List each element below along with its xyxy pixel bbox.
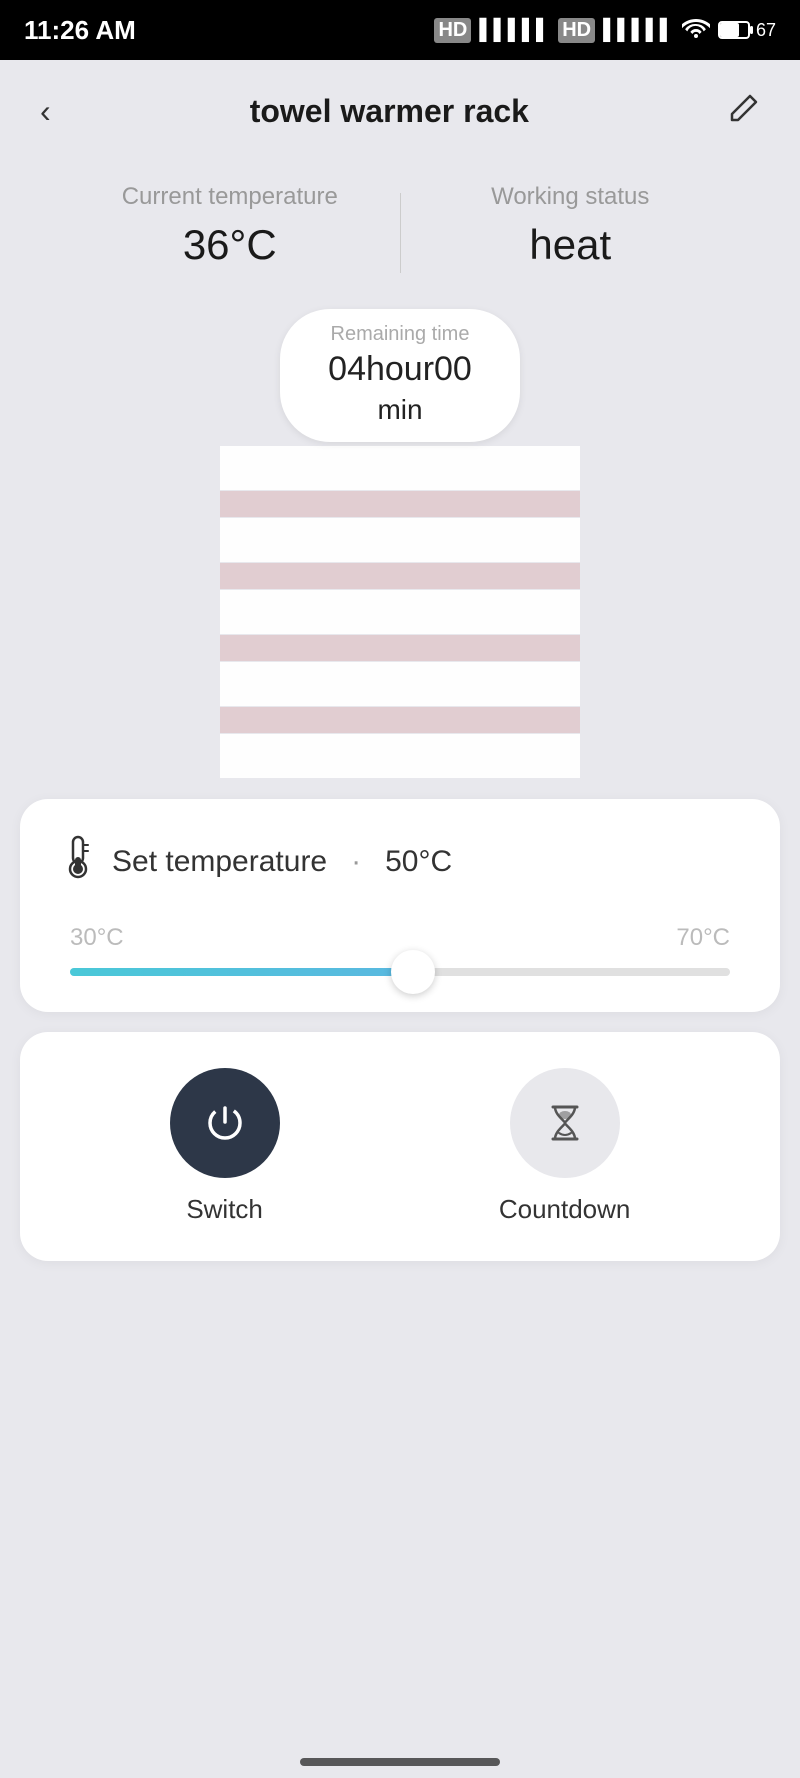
remaining-time-value: 04hour00 min (328, 350, 472, 428)
slider-labels: 30°C 70°C (70, 924, 730, 952)
app-header: ‹ towel warmer rack (0, 60, 800, 163)
wifi-icon (682, 16, 710, 44)
switch-label: Switch (186, 1194, 263, 1225)
home-indicator (300, 1758, 500, 1766)
temp-card-header: Set temperature · 50°C (60, 835, 740, 888)
slider-fill (70, 968, 413, 976)
countdown-control[interactable]: Countdown (499, 1068, 631, 1225)
hourglass-icon (543, 1101, 587, 1145)
working-status-value: heat (401, 221, 741, 269)
signal-bars-2: ▌▌▌▌▌ (603, 19, 674, 42)
set-temp-value: 50°C (385, 845, 452, 879)
temp-min-label: 30°C (70, 924, 124, 952)
current-temp-value: 36°C (60, 221, 400, 269)
switch-button[interactable] (170, 1068, 280, 1178)
edit-button[interactable] (720, 84, 768, 139)
status-bar: 11:26 AM HD ▌▌▌▌▌ HD ▌▌▌▌▌ 67 (0, 0, 800, 60)
back-button[interactable]: ‹ (32, 85, 59, 138)
stats-section: Current temperature 36°C Working status … (0, 163, 800, 293)
countdown-button[interactable] (510, 1068, 620, 1178)
current-temp-stat: Current temperature 36°C (60, 183, 400, 269)
remaining-time-pill: Remaining time 04hour00 min (280, 309, 520, 442)
towel-bar-1 (220, 446, 580, 490)
towel-bar-warm-2 (220, 563, 580, 589)
signal-bars-1: ▌▌▌▌▌ (479, 19, 550, 42)
towel-bar-2 (220, 518, 580, 562)
battery-percent: 67 (756, 20, 776, 41)
controls-card: Switch Countdown (20, 1032, 780, 1261)
remaining-time-wrapper: Remaining time 04hour00 min (0, 309, 800, 442)
hd-badge-1: HD (434, 18, 471, 43)
hd-badge-2: HD (558, 18, 595, 43)
power-icon (200, 1098, 250, 1148)
temp-max-label: 70°C (676, 924, 730, 952)
switch-control[interactable]: Switch (170, 1068, 280, 1225)
working-status-stat: Working status heat (401, 183, 741, 269)
slider-thumb[interactable] (391, 950, 435, 994)
temperature-card: Set temperature · 50°C 30°C 70°C (20, 799, 780, 1012)
towel-bar-warm-1 (220, 491, 580, 517)
set-temp-label: Set temperature (112, 845, 327, 879)
towel-bar-4 (220, 662, 580, 706)
status-time: 11:26 AM (24, 15, 136, 46)
thermometer-icon (60, 835, 96, 888)
current-temp-label: Current temperature (60, 183, 400, 211)
temperature-slider[interactable] (70, 968, 730, 976)
working-status-label: Working status (401, 183, 741, 211)
towel-bars-visual (0, 446, 800, 779)
countdown-label: Countdown (499, 1194, 631, 1225)
towel-bar-5 (220, 734, 580, 778)
temperature-slider-container: 30°C 70°C (60, 924, 740, 976)
temp-dot: · (351, 845, 361, 879)
page-title: towel warmer rack (250, 93, 529, 130)
towel-bars-inner (220, 446, 580, 779)
remaining-time-label: Remaining time (328, 323, 472, 346)
status-icons: HD ▌▌▌▌▌ HD ▌▌▌▌▌ 67 (434, 16, 776, 44)
towel-bar-warm-4 (220, 707, 580, 733)
battery-icon: 67 (718, 20, 776, 41)
towel-bar-3 (220, 590, 580, 634)
towel-bar-warm-3 (220, 635, 580, 661)
